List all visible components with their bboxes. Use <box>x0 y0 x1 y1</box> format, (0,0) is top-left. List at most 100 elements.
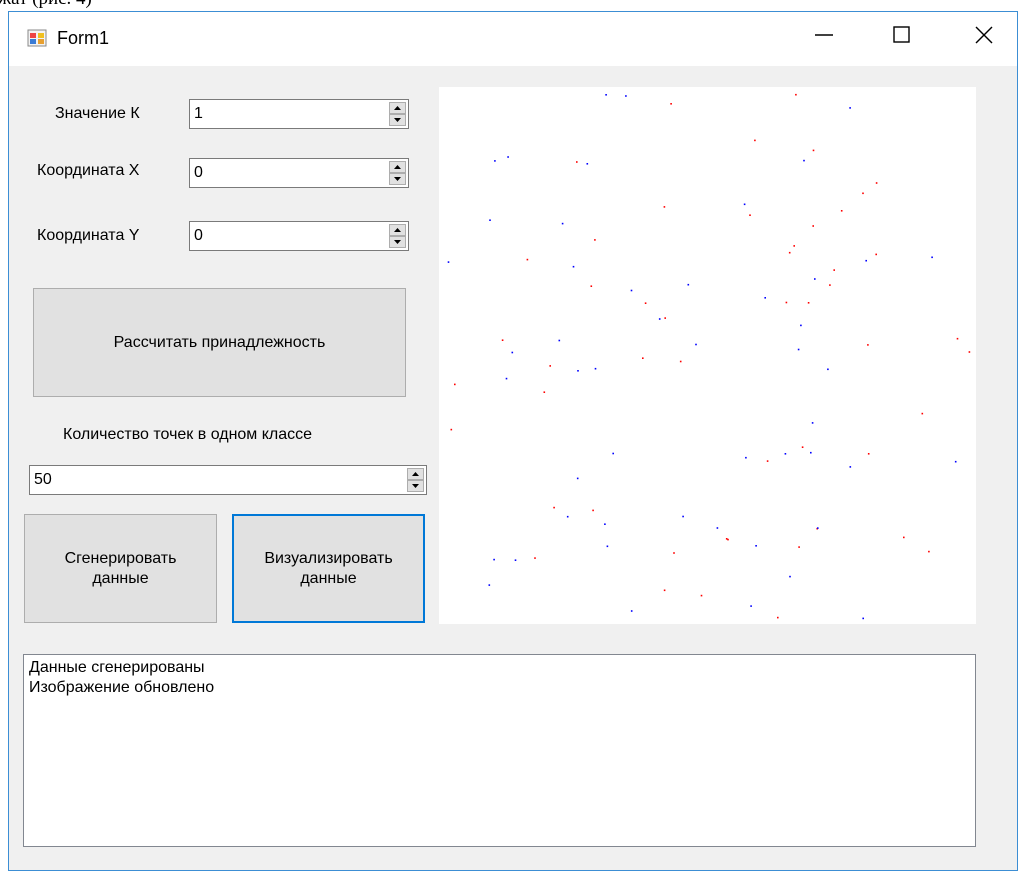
blue-point <box>803 159 805 162</box>
x-input[interactable] <box>192 161 366 185</box>
red-point <box>903 536 905 539</box>
red-point <box>664 317 666 319</box>
x-spin-buttons[interactable] <box>389 161 406 185</box>
y-input[interactable] <box>192 224 366 248</box>
y-stepper[interactable] <box>189 221 409 251</box>
blue-point <box>576 477 579 480</box>
blue-point <box>572 265 575 268</box>
red-point <box>793 245 795 247</box>
red-point <box>727 538 729 541</box>
form-app-icon <box>27 29 47 47</box>
blue-point <box>750 605 752 607</box>
blue-point <box>577 370 579 372</box>
red-point <box>867 453 870 455</box>
blue-point <box>784 453 787 455</box>
close-icon <box>975 26 993 44</box>
red-point <box>829 284 831 286</box>
red-point <box>862 192 864 195</box>
maximize-button[interactable] <box>873 12 931 58</box>
red-point <box>454 383 456 386</box>
blue-point <box>612 452 614 455</box>
red-point <box>644 302 647 304</box>
spin-up-icon[interactable] <box>389 161 406 173</box>
spin-up-icon[interactable] <box>389 224 406 236</box>
visualize-data-button[interactable]: Визуализировать данные <box>232 514 425 623</box>
title-bar[interactable]: Form1 <box>9 12 1017 66</box>
y-label: Координата Y <box>37 227 140 244</box>
blue-point <box>514 559 517 561</box>
log-textbox[interactable]: Данные сгенерированы Изображение обновле… <box>23 654 976 847</box>
blue-point <box>594 367 597 370</box>
points-count-input[interactable] <box>32 468 386 492</box>
points-count-spin-buttons[interactable] <box>407 468 424 492</box>
blue-point <box>716 527 719 529</box>
spin-down-icon[interactable] <box>389 114 406 126</box>
red-point <box>594 239 596 241</box>
red-point <box>576 161 578 163</box>
minimize-button[interactable] <box>795 12 853 58</box>
red-point <box>968 351 971 353</box>
x-stepper[interactable] <box>189 158 409 188</box>
blue-point <box>745 456 747 459</box>
k-stepper[interactable] <box>189 99 409 129</box>
red-point <box>833 269 835 271</box>
blue-point <box>687 283 690 286</box>
blue-point <box>561 222 564 225</box>
red-point <box>875 253 877 256</box>
red-point <box>526 258 529 261</box>
blue-point <box>511 351 514 354</box>
close-button[interactable] <box>955 12 1013 58</box>
red-point <box>501 339 504 341</box>
minimize-icon <box>815 34 833 36</box>
calculate-membership-button[interactable]: Рассчитать принадлежность <box>33 288 406 397</box>
blue-point <box>764 297 766 299</box>
points-count-label: Количество точек в одном классе <box>63 426 313 443</box>
blue-point <box>849 466 852 468</box>
points-count-stepper[interactable] <box>29 465 427 495</box>
k-input[interactable] <box>192 102 366 126</box>
blue-point <box>755 545 757 547</box>
red-point <box>663 206 666 208</box>
red-point <box>553 506 555 509</box>
blue-point <box>849 107 851 109</box>
blue-point <box>630 610 633 612</box>
blue-point <box>811 422 814 424</box>
red-point <box>534 557 536 559</box>
red-point <box>754 139 756 142</box>
red-point <box>673 552 675 554</box>
spin-down-icon[interactable] <box>389 236 406 248</box>
blue-point <box>507 156 509 158</box>
blue-point <box>954 460 957 463</box>
x-label: Координата X <box>37 162 140 179</box>
spin-up-icon[interactable] <box>407 468 424 480</box>
red-point <box>928 550 930 553</box>
red-point <box>777 616 779 619</box>
blue-point <box>865 259 867 262</box>
red-point <box>679 360 682 363</box>
blue-point <box>814 278 816 280</box>
blue-point <box>494 160 496 162</box>
spin-up-icon[interactable] <box>389 102 406 114</box>
red-point <box>807 302 810 304</box>
red-point <box>867 344 869 346</box>
generate-data-button[interactable]: Сгенерировать данные <box>24 514 217 623</box>
blue-point <box>862 617 864 620</box>
red-point <box>812 225 814 227</box>
red-point <box>749 214 751 216</box>
blue-point <box>505 377 508 380</box>
k-spin-buttons[interactable] <box>389 102 406 126</box>
blue-point <box>658 318 661 320</box>
blue-point <box>630 289 633 292</box>
red-point <box>812 149 815 152</box>
blue-point <box>800 324 802 327</box>
blue-point <box>493 558 495 561</box>
blue-point <box>789 575 791 578</box>
blue-point <box>606 545 609 548</box>
points-plot-canvas <box>447 93 971 620</box>
blue-point <box>797 348 800 351</box>
spin-down-icon[interactable] <box>389 173 406 185</box>
red-point <box>670 103 672 105</box>
spin-down-icon[interactable] <box>407 480 424 492</box>
red-point <box>543 391 546 393</box>
y-spin-buttons[interactable] <box>389 224 406 248</box>
